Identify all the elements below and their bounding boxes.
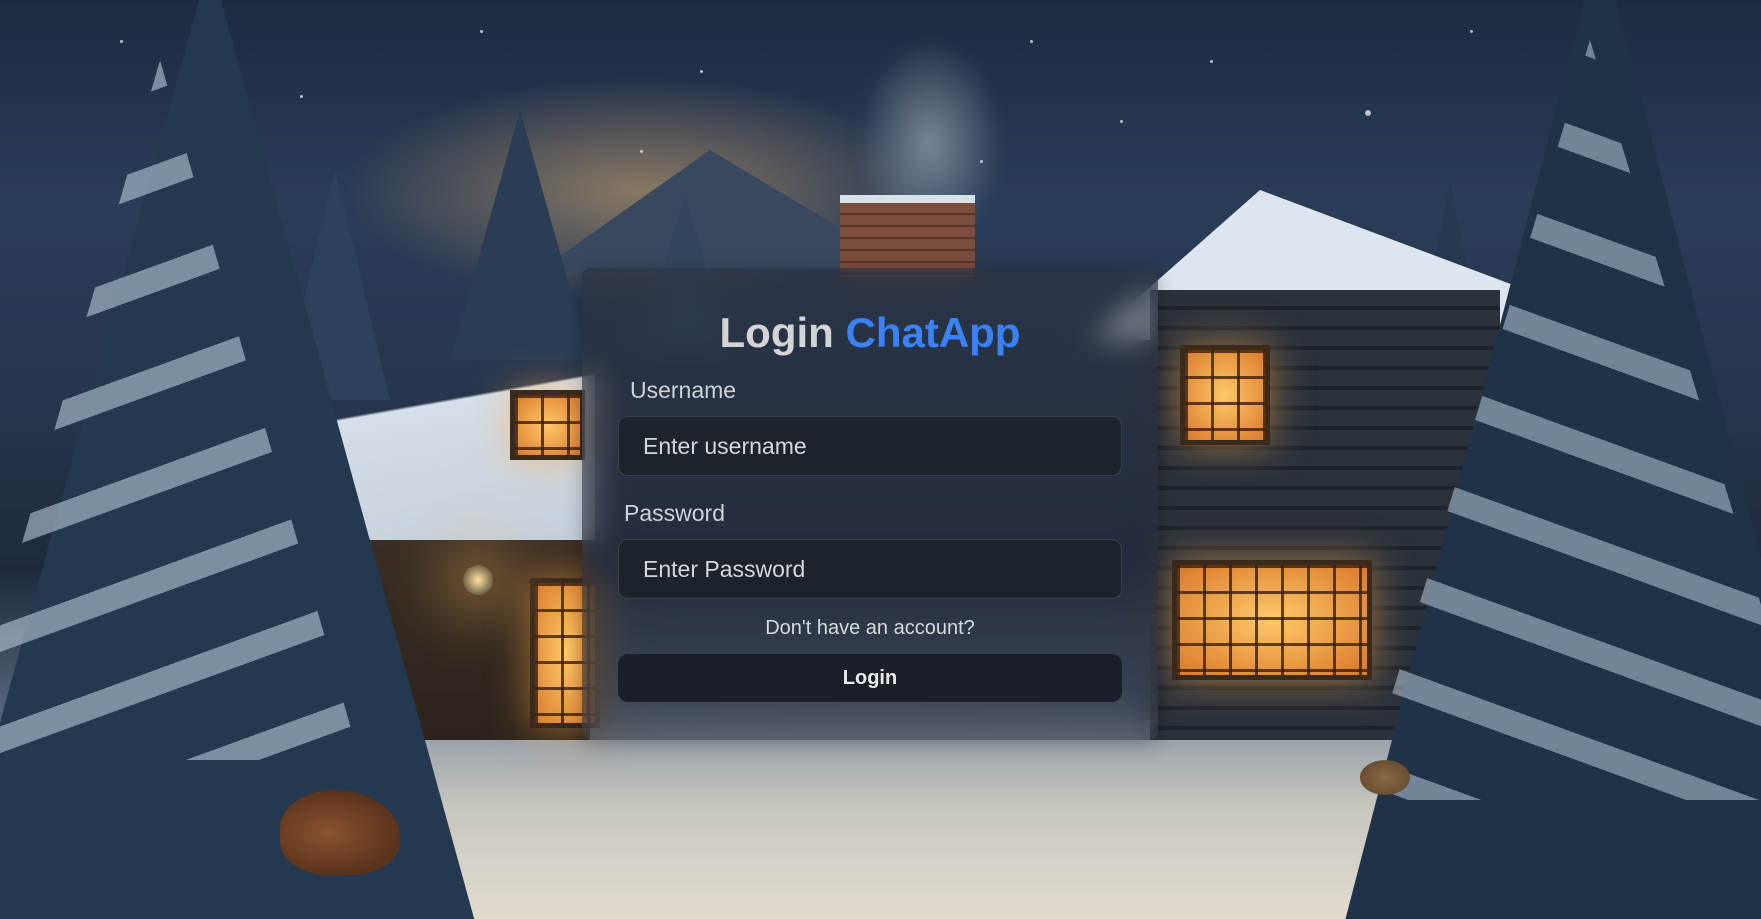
username-input[interactable] — [618, 416, 1122, 476]
login-button[interactable]: Login — [618, 654, 1122, 702]
chimney — [840, 195, 975, 278]
login-title: Login ChatApp — [618, 308, 1122, 358]
background-illustration: Login ChatApp Username Password Don't ha… — [0, 0, 1761, 919]
password-label: Password — [624, 500, 725, 526]
username-label: Username — [630, 377, 737, 403]
bird — [1360, 760, 1410, 795]
signup-link[interactable]: Don't have an account? — [618, 615, 1122, 641]
password-input[interactable] — [618, 539, 1122, 599]
cabin-window — [510, 390, 585, 460]
brand-name: ChatApp — [845, 309, 1021, 356]
login-card: Login ChatApp Username Password Don't ha… — [582, 268, 1158, 740]
login-title-prefix: Login — [719, 309, 834, 356]
cabin-window — [1180, 345, 1270, 445]
